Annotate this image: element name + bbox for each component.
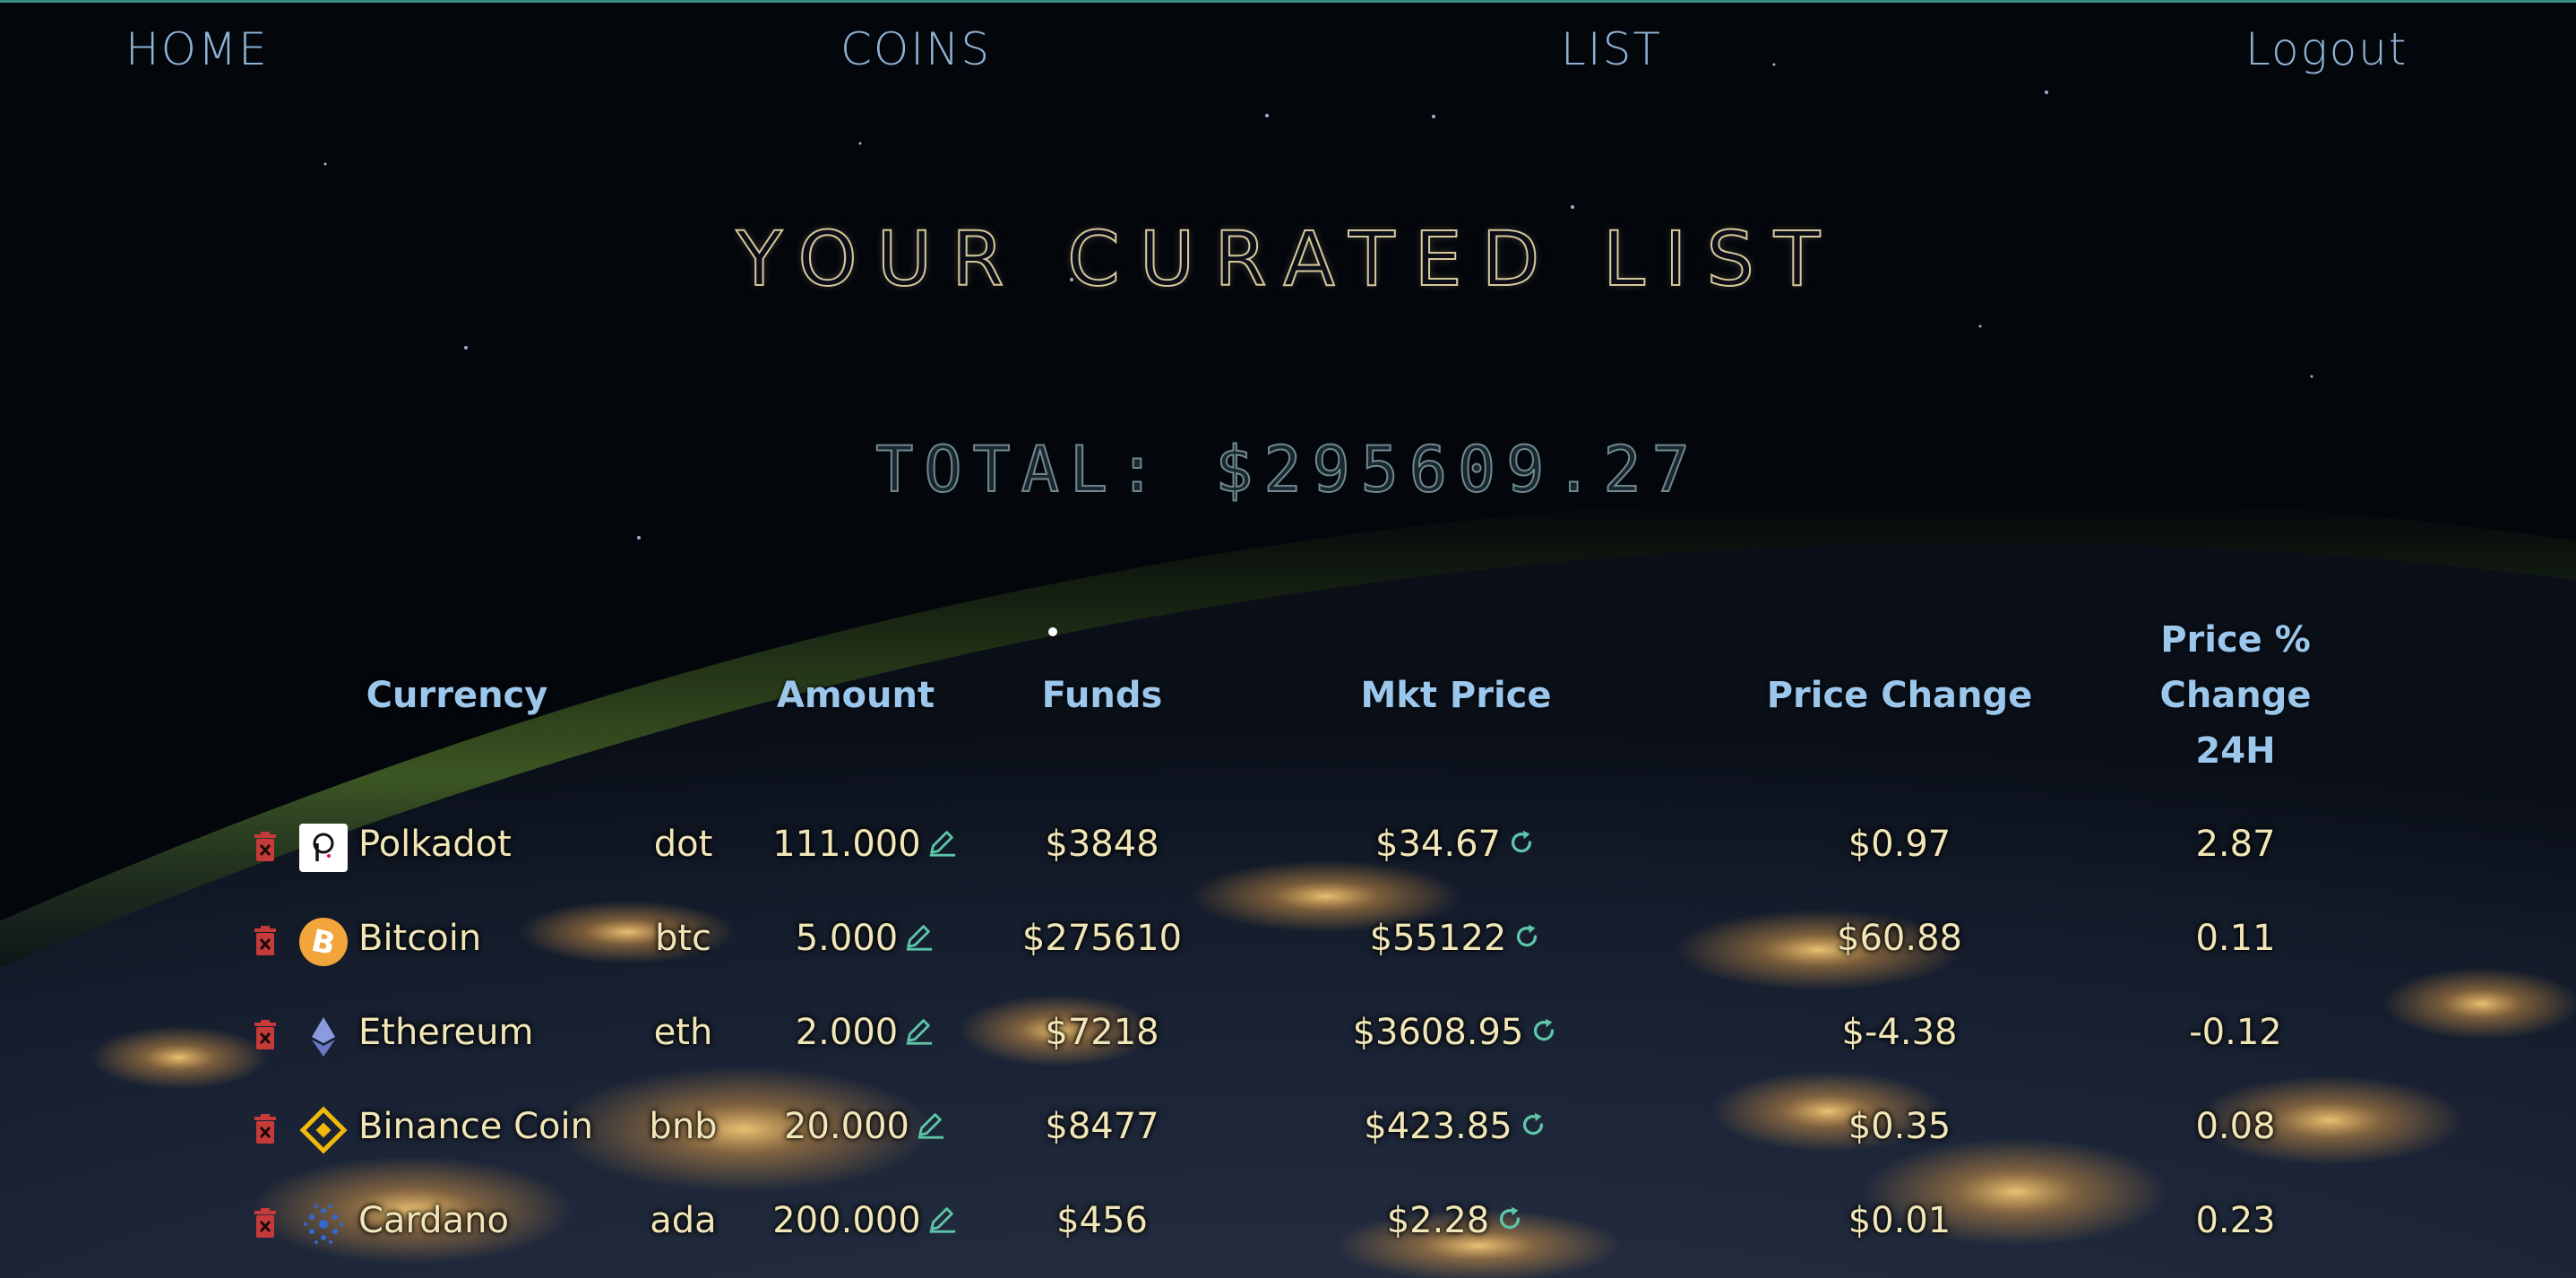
coin-funds: $275610 [1021,918,1183,959]
coin-price: $2.28 [1386,1200,1490,1241]
polkadot-logo [299,824,348,872]
edit-amount-icon[interactable] [915,1092,945,1164]
nav-coins-link[interactable]: COINS [840,23,991,75]
refresh-price-icon[interactable] [1512,904,1542,976]
coin-funds: $7218 [1045,1012,1159,1053]
header-pct-line-3: 24H [2195,730,2276,772]
delete-icon[interactable] [253,1114,278,1144]
header-mkt-price: Mkt Price [1360,675,1552,716]
coin-amount: 111.000 [772,824,921,865]
coin-pct-change: 0.23 [2195,1200,2276,1241]
amount-cell: 2.000 [735,997,995,1068]
nav-list-link[interactable]: LIST [1561,23,1662,75]
amount-cell: 20.000 [735,1091,995,1162]
coin-pct-change: 2.87 [2195,824,2276,865]
coin-name: Cardano [358,1200,509,1241]
price-cell: $3608.95 [1281,997,1631,1068]
logout-link[interactable]: Logout [2245,23,2408,75]
coin-price-change: $-4.38 [1841,1012,1958,1053]
coin-funds: $3848 [1045,824,1159,865]
page-title: YOUR CURATED LIST [736,214,1840,304]
header-currency: Currency [366,675,548,716]
coin-symbol: eth [653,1012,713,1053]
edit-amount-icon[interactable] [903,998,934,1070]
amount-cell: 5.000 [735,902,995,974]
price-cell: $2.28 [1281,1185,1631,1256]
coin-funds: $8477 [1045,1106,1159,1147]
coin-symbol: ada [650,1200,717,1241]
coin-symbol: bnb [649,1106,718,1147]
top-accent-line [0,0,2576,3]
coin-name: Ethereum [358,1012,534,1053]
delete-icon[interactable] [253,926,278,956]
coin-price: $55122 [1369,918,1507,959]
coin-pct-change: 0.11 [2195,918,2276,959]
coin-amount: 200.000 [772,1200,921,1241]
ethereum-logo [299,1012,348,1060]
refresh-price-icon[interactable] [1495,1187,1525,1258]
binance-logo [299,1106,348,1154]
coin-symbol: btc [654,918,712,959]
coin-price-change: $0.97 [1848,824,1951,865]
coin-price: $3608.95 [1352,1012,1524,1053]
coin-amount: 5.000 [795,918,899,959]
price-cell: $55122 [1281,902,1631,974]
coin-price: $423.85 [1364,1106,1512,1147]
amount-cell: 200.000 [735,1185,995,1256]
coin-price-change: $60.88 [1837,918,1962,959]
delete-icon[interactable] [253,1208,278,1239]
edit-amount-icon[interactable] [926,1187,957,1258]
coin-price-change: $0.01 [1848,1200,1951,1241]
nav-home-link[interactable]: HOME [125,23,269,75]
edit-amount-icon[interactable] [903,904,934,976]
edit-amount-icon[interactable] [926,810,957,882]
coin-price-change: $0.35 [1848,1106,1951,1147]
table-row: Polkadot dot 111.000 $3848 $34.67 $0.97 … [0,808,2576,880]
header-price-change: Price Change [1766,675,2033,716]
table-row: B Bitcoin btc 5.000 $275610 $55122 $60.8… [0,902,2576,974]
refresh-price-icon[interactable] [1529,998,1559,1070]
portfolio-total: TOTAL: $295609.27 [874,432,1701,507]
coin-pct-change: -0.12 [2189,1012,2282,1053]
coin-pct-change: 0.08 [2195,1106,2276,1147]
coin-price: $34.67 [1375,824,1501,865]
refresh-price-icon[interactable] [1518,1092,1548,1164]
table-row: Ethereum eth 2.000 $7218 $3608.95 $-4.38… [0,997,2576,1068]
header-pct-line-2: Change [2159,675,2312,716]
coin-symbol: dot [653,824,713,865]
delete-icon[interactable] [253,832,278,862]
cardano-logo [299,1200,348,1248]
price-cell: $34.67 [1281,808,1631,880]
coin-name: Bitcoin [358,918,482,959]
bitcoin-logo: B [299,918,348,966]
coin-amount: 20.000 [784,1106,909,1147]
coin-name: Binance Coin [358,1106,593,1147]
coin-funds: $456 [1056,1200,1148,1241]
delete-icon[interactable] [253,1020,278,1050]
coin-amount: 2.000 [795,1012,899,1053]
amount-cell: 111.000 [735,808,995,880]
price-cell: $423.85 [1281,1091,1631,1162]
table-row: Cardano ada 200.000 $456 $2.28 $0.01 0.2… [0,1185,2576,1256]
header-price-pct-change: Price % Change 24H [2115,612,2356,779]
header-amount: Amount [776,675,935,716]
refresh-price-icon[interactable] [1506,810,1537,882]
header-funds: Funds [1041,675,1163,716]
table-row: Binance Coin bnb 20.000 $8477 $423.85 $0… [0,1091,2576,1162]
header-pct-line-1: Price % [2160,619,2311,661]
coin-name: Polkadot [358,824,512,865]
